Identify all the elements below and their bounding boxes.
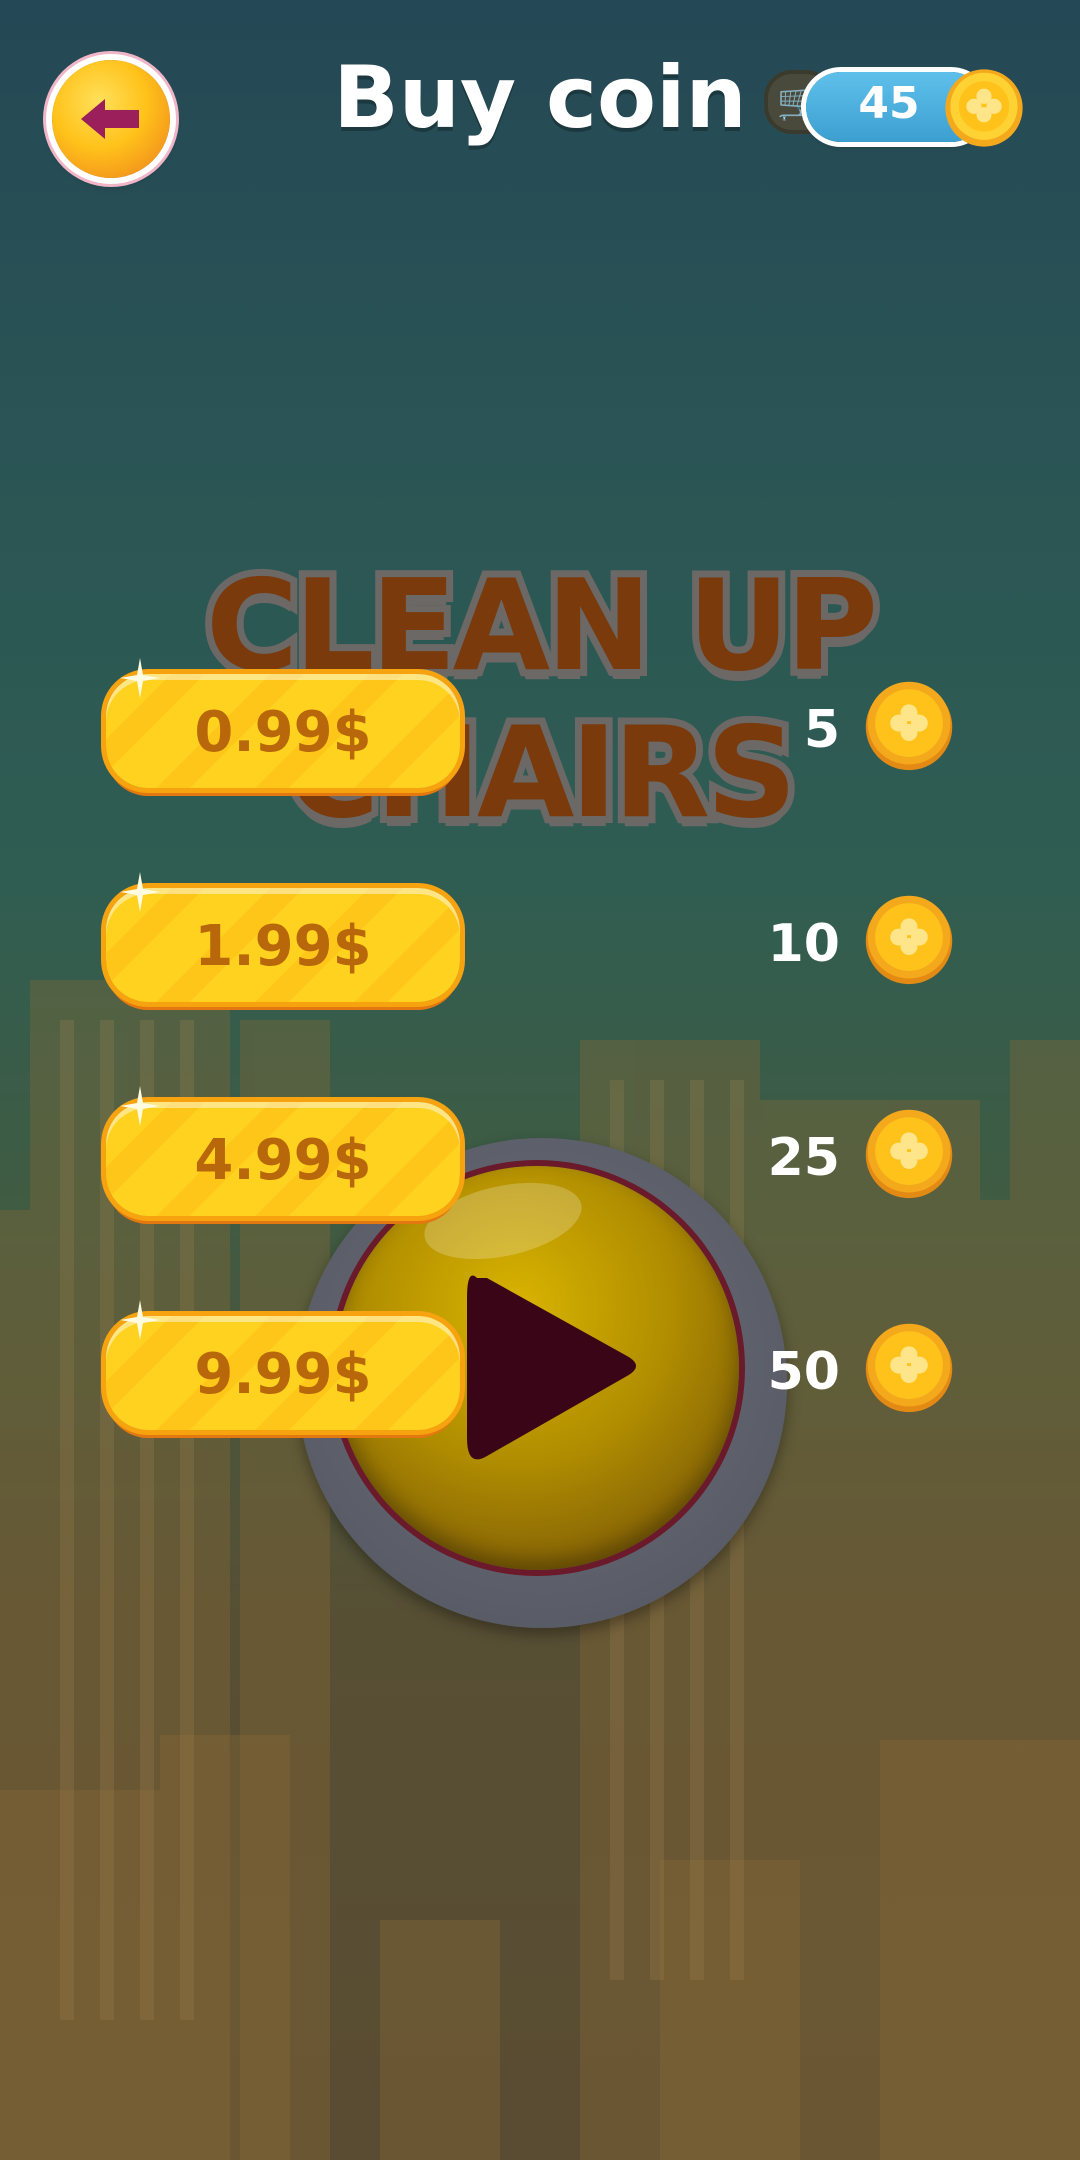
coin-icon (865, 895, 953, 985)
price-button[interactable]: 4.99$ (106, 1086, 460, 1216)
sparkle-icon (120, 1300, 160, 1340)
offer-row: 1.99$ 10 (0, 872, 1080, 1008)
price-label: 4.99$ (194, 1128, 372, 1193)
sparkle-icon (120, 658, 160, 698)
offer-row: 0.99$ 5 (0, 658, 1080, 794)
price-button[interactable]: 1.99$ (106, 872, 460, 1002)
price-button[interactable]: 9.99$ (106, 1300, 460, 1430)
sparkle-icon (120, 872, 160, 912)
price-button[interactable]: 0.99$ (106, 658, 460, 788)
coin-amount: 50 (767, 1342, 840, 1402)
coin-icon (945, 69, 1023, 147)
coin-icon (865, 1109, 953, 1199)
coin-counter[interactable]: 🛒 45 (764, 66, 1024, 154)
coin-icon (865, 681, 953, 771)
coin-icon (865, 1323, 953, 1413)
offer-row: 9.99$ 50 (0, 1300, 1080, 1436)
price-label: 0.99$ (194, 700, 372, 765)
sparkle-icon (120, 1086, 160, 1126)
price-label: 9.99$ (194, 1342, 372, 1407)
coin-balance: 45 (858, 78, 920, 129)
offer-row: 4.99$ 25 (0, 1086, 1080, 1222)
price-label: 1.99$ (194, 914, 372, 979)
coin-amount: 10 (767, 914, 840, 974)
coin-amount: 25 (767, 1128, 840, 1188)
city-background (0, 980, 1080, 2160)
coin-amount: 5 (803, 700, 840, 760)
